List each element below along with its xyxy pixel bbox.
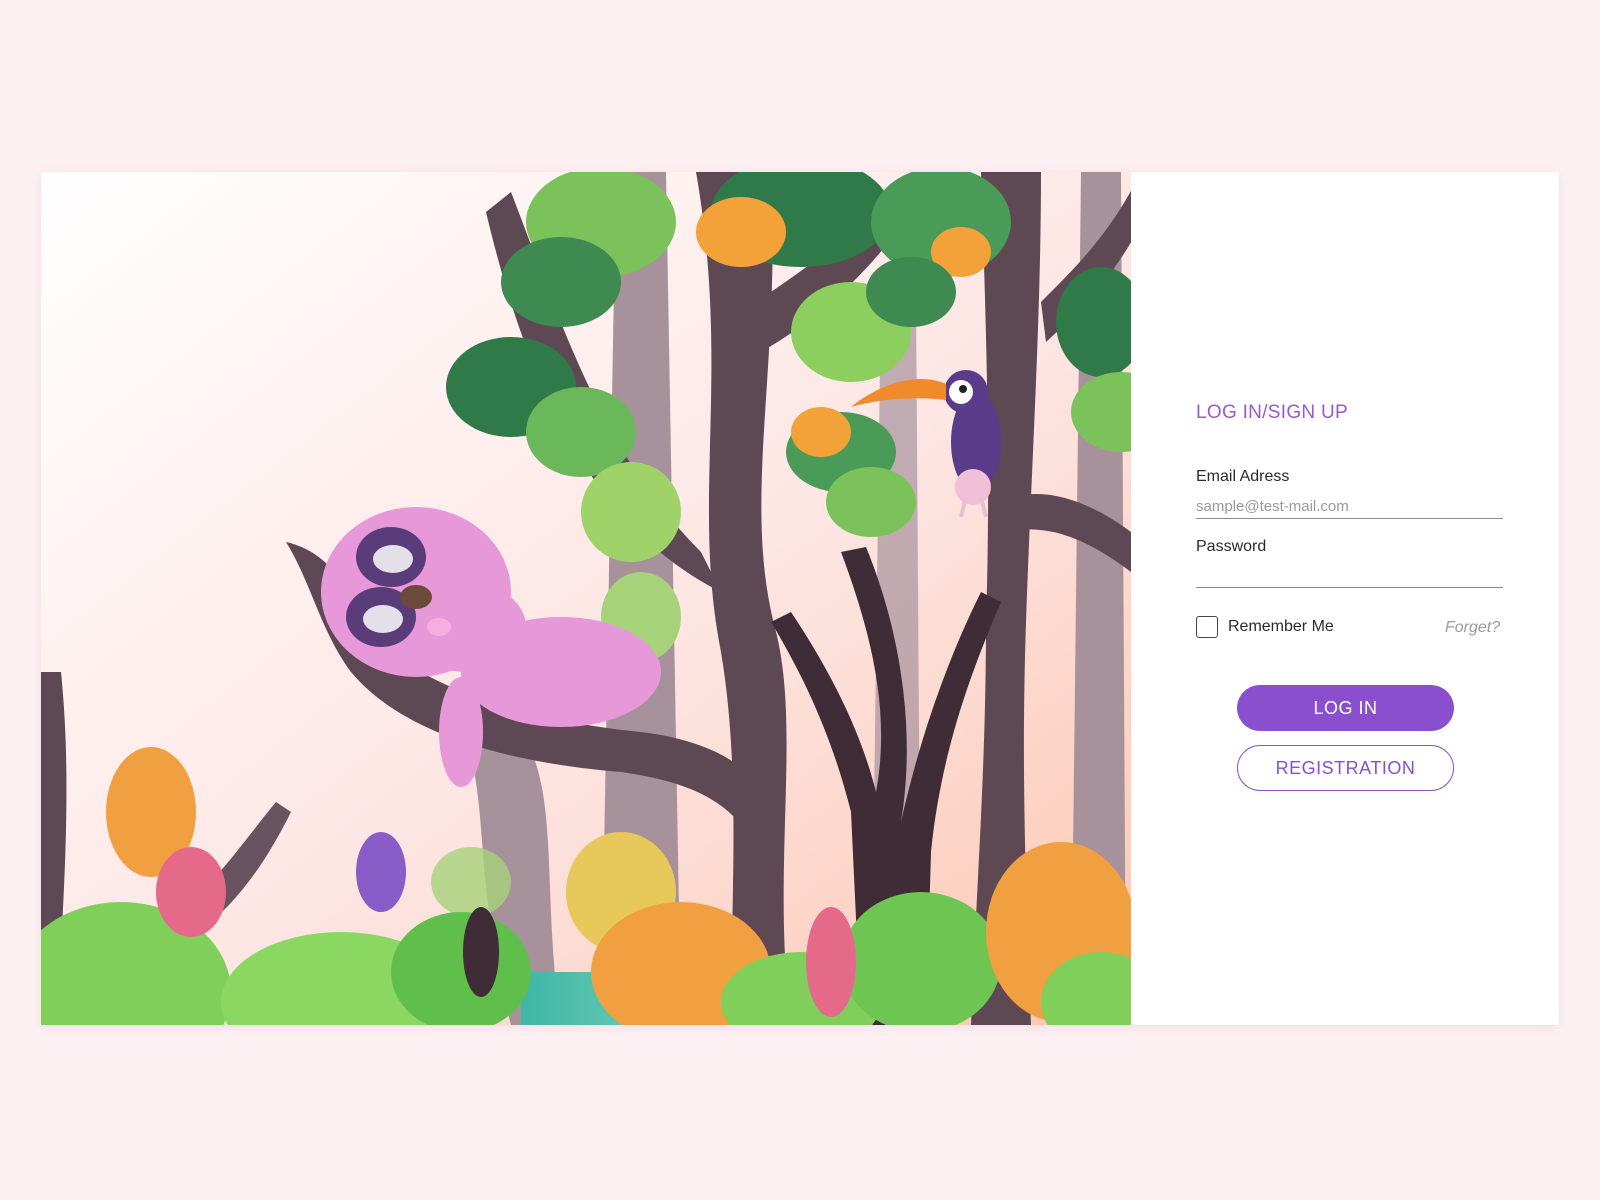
login-card: LOG IN/SIGN UP Email Adress Password Rem… bbox=[41, 172, 1559, 1025]
remember-me-toggle[interactable]: Remember Me bbox=[1196, 616, 1334, 638]
remember-me-label: Remember Me bbox=[1228, 618, 1334, 635]
login-button[interactable]: LOG IN bbox=[1237, 685, 1454, 731]
email-label: Email Adress bbox=[1196, 468, 1290, 485]
email-field[interactable] bbox=[1196, 494, 1503, 519]
remember-me-checkbox[interactable] bbox=[1196, 616, 1218, 638]
password-field[interactable] bbox=[1196, 563, 1503, 588]
forgot-password-link[interactable]: Forget? bbox=[1445, 619, 1500, 637]
jungle-illustration bbox=[41, 172, 1131, 1025]
registration-button[interactable]: REGISTRATION bbox=[1237, 745, 1454, 791]
login-form: LOG IN/SIGN UP Email Adress Password Rem… bbox=[1196, 172, 1536, 1025]
password-label: Password bbox=[1196, 538, 1267, 555]
form-title: LOG IN/SIGN UP bbox=[1196, 402, 1349, 423]
